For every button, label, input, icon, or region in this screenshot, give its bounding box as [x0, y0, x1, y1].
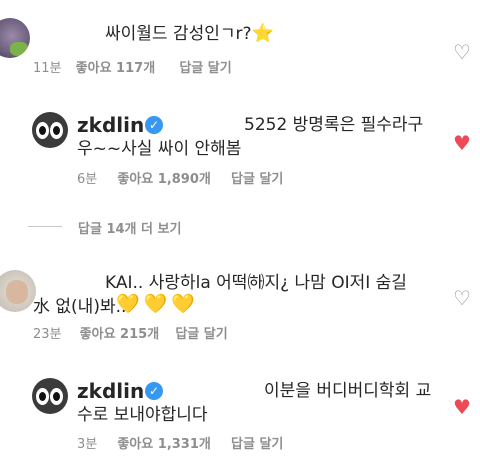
comment-text-line2: 우~~사실 싸이 안해봄: [77, 139, 242, 159]
likes-count[interactable]: 좋아요 1,890개: [117, 172, 211, 187]
likes-count[interactable]: 좋아요 1,331개: [117, 437, 211, 452]
zkdlin-avatar[interactable]: [32, 112, 68, 148]
reply-button[interactable]: 답글 달기: [231, 172, 283, 187]
view-more-replies-button[interactable]: 답글 14개 더 보기: [78, 218, 181, 237]
comment-meta: 3분 좋아요 1,331개 답글 달기: [77, 433, 283, 452]
heart-icon[interactable]: ♡: [452, 42, 472, 62]
star-emoji: ⭐: [251, 23, 274, 44]
likes-count[interactable]: 좋아요 215개: [80, 327, 160, 342]
comment-text: 싸이월드 감성인ㄱr?⭐: [105, 23, 274, 44]
username[interactable]: zkdlin: [77, 379, 144, 403]
heart-icon[interactable]: ♥: [452, 397, 472, 417]
likes-count[interactable]: 좋아요 117개: [76, 61, 156, 76]
zkdlin-avatar[interactable]: [32, 378, 68, 414]
comment-meta: 6분 좋아요 1,890개 답글 달기: [77, 168, 283, 187]
reply-button[interactable]: 답글 달기: [175, 327, 227, 342]
comment-meta: 11분 좋아요 117개 답글 달기: [33, 57, 232, 76]
comment-meta: 23분 좋아요 215개 답글 달기: [33, 323, 228, 342]
yellow-heart-emojis: 💛💛💛: [116, 293, 199, 315]
reply-button[interactable]: 답글 달기: [231, 437, 283, 452]
comment-text-line1: 이분을 버디버디학회 교: [264, 381, 432, 401]
commenter-avatar[interactable]: [0, 18, 30, 58]
username[interactable]: zkdlin: [77, 113, 144, 137]
replies-divider: [28, 226, 62, 227]
heart-icon[interactable]: ♥: [452, 133, 472, 153]
heart-icon[interactable]: ♡: [452, 288, 472, 308]
comment-time: 3분: [77, 437, 98, 452]
comment-time: 11분: [33, 61, 62, 76]
comment-text-line1: 5252 방명록은 필수라구: [244, 115, 424, 135]
comment-time: 23분: [33, 327, 62, 342]
verified-badge-icon: ✓: [145, 116, 163, 134]
comment-time: 6분: [77, 172, 98, 187]
reply-button[interactable]: 답글 달기: [179, 61, 231, 76]
commenter-avatar[interactable]: [0, 270, 36, 312]
comment-text-line2: 수로 보내야합니다: [77, 405, 208, 425]
verified-badge-icon: ✓: [145, 382, 163, 400]
